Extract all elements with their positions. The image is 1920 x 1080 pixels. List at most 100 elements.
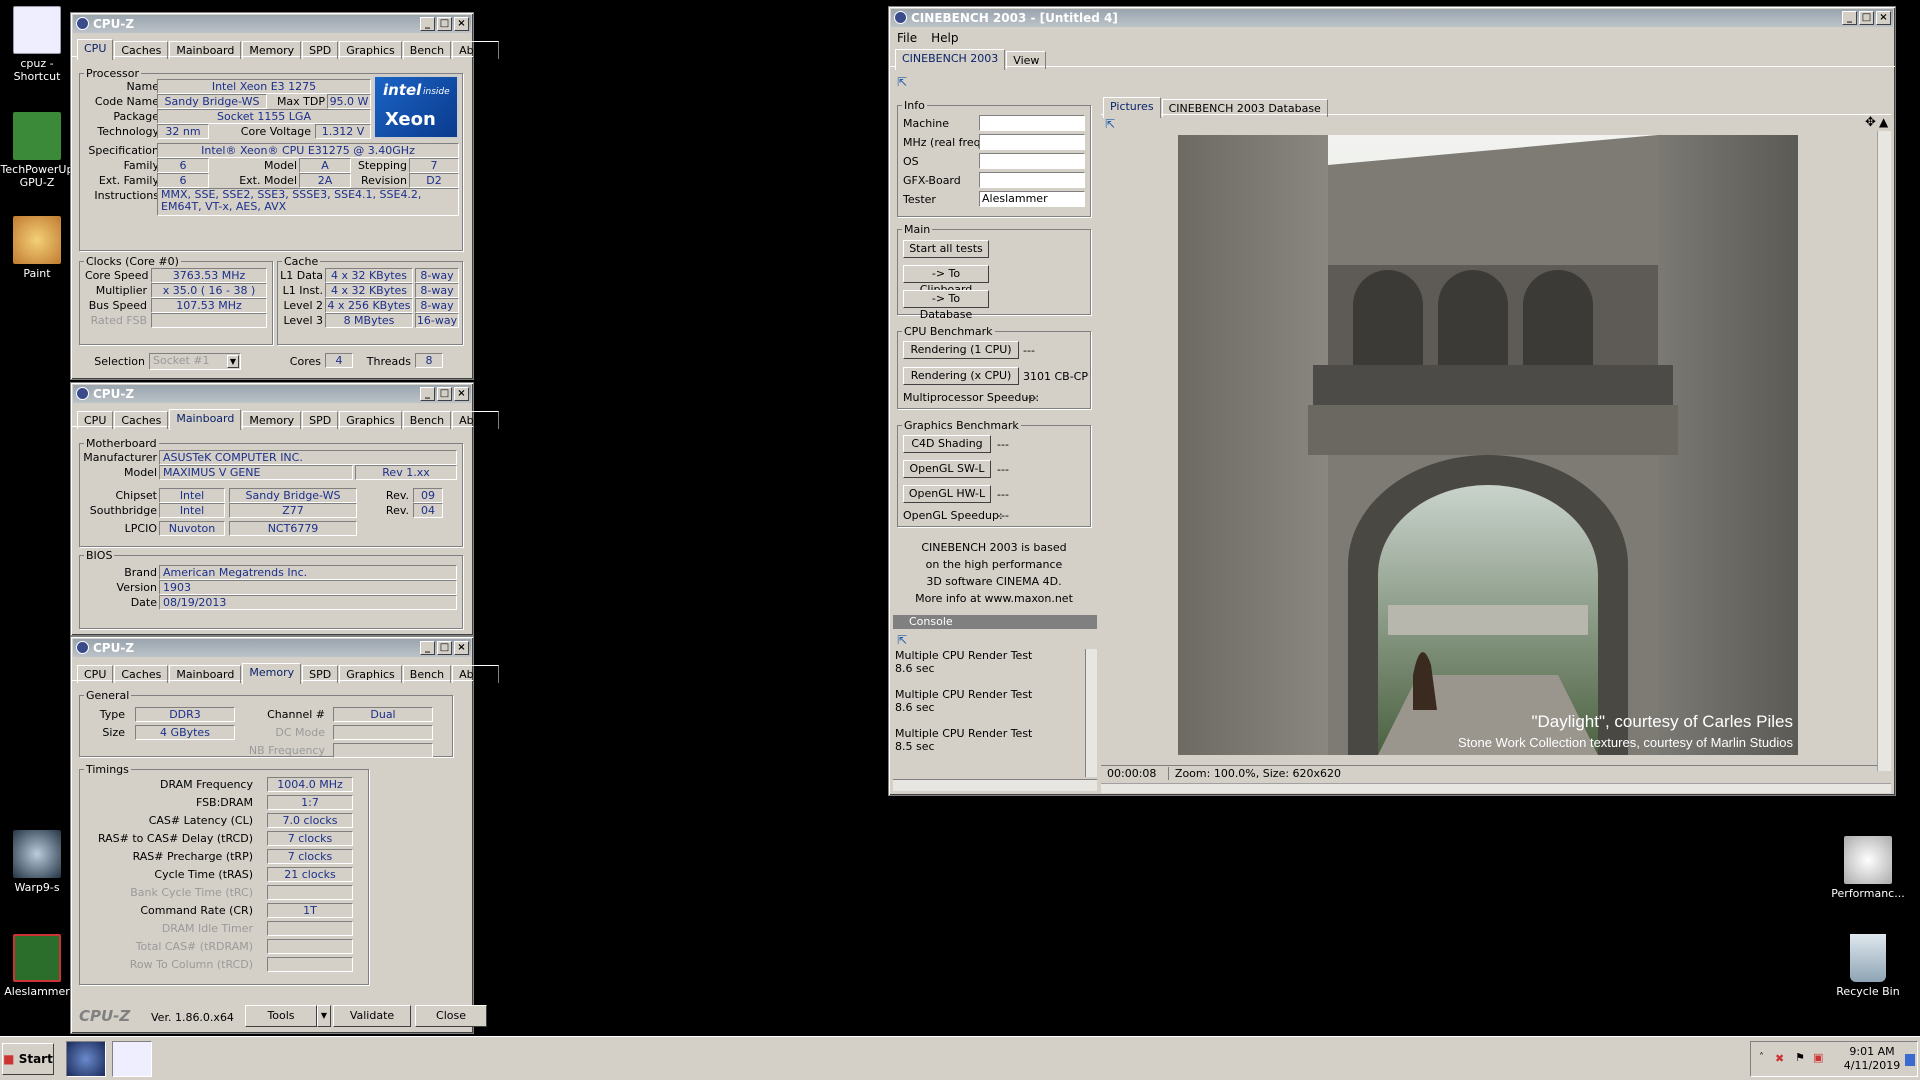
tab-cpu[interactable]: CPU bbox=[77, 411, 114, 429]
lpcio-name: NCT6779 bbox=[229, 521, 357, 536]
tab-graphics[interactable]: Graphics bbox=[339, 41, 402, 59]
tab-graphics[interactable]: Graphics bbox=[339, 665, 402, 683]
close-button[interactable]: × bbox=[454, 17, 469, 31]
picture-hscrollbar[interactable] bbox=[1101, 783, 1891, 793]
tab-caches[interactable]: Caches bbox=[114, 411, 169, 429]
tab-caches[interactable]: Caches bbox=[114, 41, 169, 59]
taskbar-cinebench[interactable] bbox=[66, 1041, 106, 1077]
network-icon[interactable]: ▣ bbox=[1813, 1051, 1823, 1064]
intel-xeon-logo: intel inside Xeon bbox=[373, 75, 459, 139]
start-all-tests-button[interactable]: Start all tests bbox=[903, 240, 989, 258]
expand-icon[interactable]: ▲ bbox=[1879, 115, 1888, 129]
opengl-hwl-button[interactable]: OpenGL HW-L bbox=[903, 485, 991, 503]
tab-view[interactable]: View bbox=[1006, 51, 1047, 69]
gfx-input[interactable] bbox=[979, 172, 1085, 188]
minimize-button[interactable]: _ bbox=[1842, 11, 1857, 25]
tab-database[interactable]: CINEBENCH 2003 Database bbox=[1161, 99, 1328, 117]
validate-button[interactable]: Validate bbox=[333, 1005, 411, 1027]
tab-about[interactable]: About bbox=[452, 411, 499, 429]
cpuz-titlebar[interactable]: CPU-Z _ □ × bbox=[73, 385, 471, 403]
tab-bench[interactable]: Bench bbox=[402, 411, 452, 429]
to-clipboard-button[interactable]: -> To Clipboard bbox=[903, 265, 989, 296]
os-input[interactable] bbox=[979, 153, 1085, 169]
desktop-icon-recycle-bin[interactable]: Recycle Bin bbox=[1822, 934, 1914, 998]
chevron-up-icon[interactable]: ˄ bbox=[1759, 1052, 1764, 1063]
tab-memory[interactable]: Memory bbox=[242, 663, 302, 684]
maximize-button[interactable]: □ bbox=[437, 387, 452, 401]
tools-dropdown-button[interactable]: ▼ bbox=[317, 1005, 331, 1027]
tab-bench[interactable]: Bench bbox=[402, 41, 452, 59]
desktop-icon-warp9[interactable]: Warp9-s bbox=[0, 830, 74, 894]
close-button[interactable]: × bbox=[454, 387, 469, 401]
tab-bench[interactable]: Bench bbox=[402, 665, 452, 683]
cores-count: 4 bbox=[325, 353, 353, 368]
notification-icon[interactable] bbox=[1905, 1054, 1915, 1066]
c4d-shading-button[interactable]: C4D Shading bbox=[903, 435, 991, 453]
memory-channel: Dual bbox=[333, 707, 433, 722]
bios-date: 08/19/2013 bbox=[159, 595, 457, 610]
tab-cpu[interactable]: CPU bbox=[77, 39, 114, 60]
tab-spd[interactable]: SPD bbox=[302, 411, 339, 429]
pin-icon[interactable]: ⇱ bbox=[897, 75, 907, 89]
clock[interactable]: 9:01 AM 4/11/2019 bbox=[1839, 1045, 1905, 1073]
tab-memory[interactable]: Memory bbox=[242, 41, 302, 59]
volume-icon[interactable]: ✖ bbox=[1775, 1052, 1784, 1065]
close-app-button[interactable]: Close bbox=[415, 1005, 487, 1027]
maximize-button[interactable]: □ bbox=[437, 641, 452, 655]
cpuz-tabs: CPU Caches Mainboard Memory SPD Graphics… bbox=[71, 35, 499, 60]
desktop-icon-paint[interactable]: Paint bbox=[0, 216, 74, 280]
machine-input[interactable] bbox=[979, 115, 1085, 131]
timing-value: 1T bbox=[267, 903, 353, 918]
close-button[interactable]: × bbox=[1876, 11, 1891, 25]
tab-memory[interactable]: Memory bbox=[242, 411, 302, 429]
desktop-icon-cpuz[interactable]: cpuz - Shortcut bbox=[0, 6, 74, 83]
desktop-icon-aleslammer[interactable]: Aleslammer bbox=[0, 934, 74, 998]
tab-cpu[interactable]: CPU bbox=[77, 665, 114, 683]
tab-graphics[interactable]: Graphics bbox=[339, 411, 402, 429]
move-icon[interactable]: ✥ bbox=[1865, 115, 1876, 130]
taskbar-cpuz[interactable] bbox=[112, 1041, 152, 1077]
picture-pin-icon[interactable]: ⇱ bbox=[1105, 117, 1115, 131]
cpu-spec: Intel® Xeon® CPU E31275 @ 3.40GHz bbox=[157, 143, 459, 158]
tab-spd[interactable]: SPD bbox=[302, 41, 339, 59]
cinebench-titlebar[interactable]: CINEBENCH 2003 - [Untitled 4] _ □ × bbox=[891, 9, 1893, 27]
desktop-icon-performance[interactable]: Performanc... bbox=[1822, 836, 1914, 900]
tab-pictures[interactable]: Pictures bbox=[1103, 97, 1161, 118]
cpuz-titlebar[interactable]: CPU-Z _ □ × bbox=[73, 639, 471, 657]
tab-spd[interactable]: SPD bbox=[302, 665, 339, 683]
tab-caches[interactable]: Caches bbox=[114, 665, 169, 683]
menu-help[interactable]: Help bbox=[931, 29, 958, 47]
minimize-button[interactable]: _ bbox=[420, 17, 435, 31]
render-xcpu-button[interactable]: Rendering (x CPU) bbox=[903, 367, 1019, 385]
opengl-swl-button[interactable]: OpenGL SW-L bbox=[903, 460, 991, 478]
minimize-button[interactable]: _ bbox=[420, 641, 435, 655]
picture-vscrollbar[interactable] bbox=[1877, 131, 1891, 771]
socket-select[interactable]: Socket #1 ▼ bbox=[149, 353, 241, 370]
tab-about[interactable]: About bbox=[452, 41, 499, 59]
console-scrollbar[interactable] bbox=[1085, 649, 1097, 777]
start-button[interactable]: ■ Start bbox=[2, 1043, 54, 1075]
tab-mainboard[interactable]: Mainboard bbox=[169, 665, 242, 683]
cpu-voltage: 1.312 V bbox=[315, 124, 371, 139]
minimize-button[interactable]: _ bbox=[420, 387, 435, 401]
chevron-down-icon[interactable]: ▼ bbox=[227, 355, 239, 368]
menu-file[interactable]: File bbox=[897, 29, 917, 47]
flag-icon[interactable]: ⚑ bbox=[1795, 1051, 1805, 1064]
maximize-button[interactable]: □ bbox=[437, 17, 452, 31]
console-pin-icon[interactable]: ⇱ bbox=[897, 633, 907, 647]
tools-button[interactable]: Tools bbox=[245, 1005, 317, 1027]
close-button[interactable]: × bbox=[454, 641, 469, 655]
desktop-icon-gpuz[interactable]: TechPowerUp GPU-Z bbox=[0, 112, 74, 189]
maximize-button[interactable]: □ bbox=[1859, 11, 1874, 25]
to-database-button[interactable]: -> To Database bbox=[903, 290, 989, 321]
console-hscrollbar[interactable] bbox=[893, 779, 1097, 791]
mhz-input[interactable] bbox=[979, 134, 1085, 150]
tab-mainboard[interactable]: Mainboard bbox=[169, 41, 242, 59]
cpuz-titlebar[interactable]: CPU-Z _ □ × bbox=[73, 15, 471, 33]
tab-mainboard[interactable]: Mainboard bbox=[169, 409, 242, 430]
tab-about[interactable]: About bbox=[452, 665, 499, 683]
cpuz-brand: CPU-Z bbox=[79, 1007, 131, 1025]
render-1cpu-button[interactable]: Rendering (1 CPU) bbox=[903, 341, 1019, 359]
tester-input[interactable]: Aleslammer bbox=[979, 191, 1085, 207]
tab-cinebench[interactable]: CINEBENCH 2003 bbox=[895, 49, 1006, 70]
